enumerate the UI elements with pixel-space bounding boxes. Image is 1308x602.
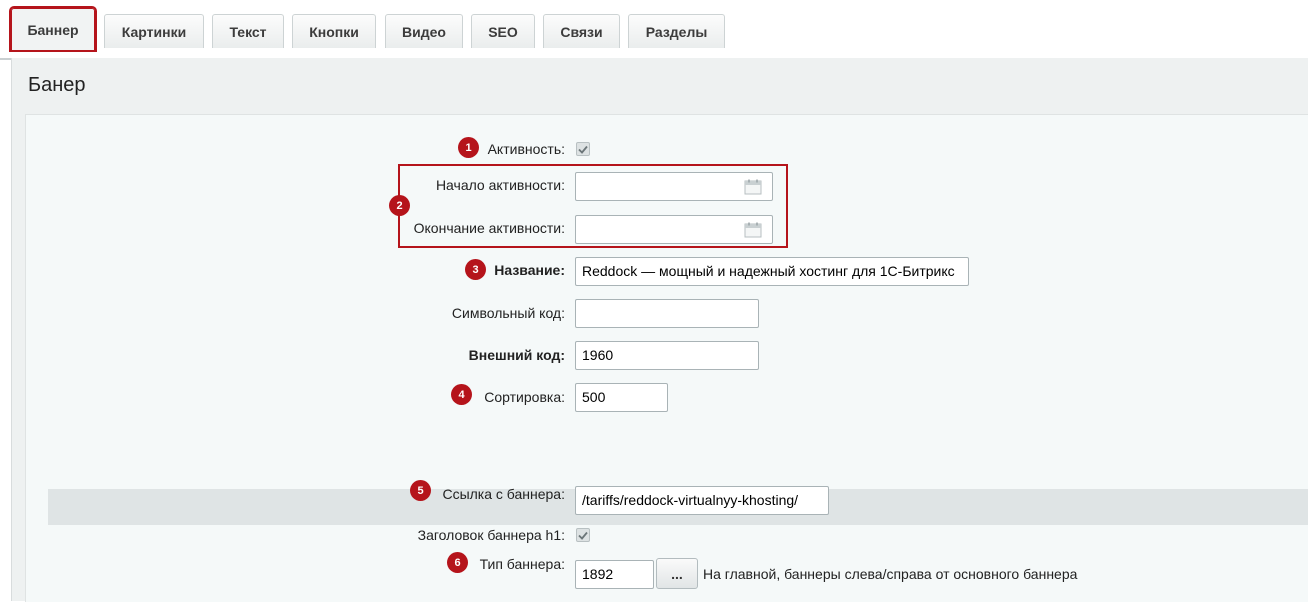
- link-input[interactable]: /tariffs/reddock-virtualnyy-khosting/: [575, 486, 829, 515]
- tab-bar: Баннер Картинки Текст Кнопки Видео SEO С…: [0, 0, 1308, 60]
- name-label: Название:: [494, 262, 565, 278]
- name-input[interactable]: Reddock — мощный и надежный хостинг для …: [575, 257, 969, 286]
- tab-video[interactable]: Видео: [385, 14, 463, 48]
- start-label: Начало активности:: [435, 177, 565, 193]
- end-date-input[interactable]: [575, 215, 773, 244]
- sort-input[interactable]: 500: [575, 383, 668, 412]
- tab-sections[interactable]: Разделы: [628, 14, 725, 48]
- tab-images[interactable]: Картинки: [104, 14, 204, 48]
- tab-buttons[interactable]: Кнопки: [292, 14, 376, 48]
- external-input[interactable]: 1960: [575, 341, 759, 370]
- type-description: На главной, баннеры слева/справа от осно…: [703, 566, 1078, 582]
- badge-1: 1: [458, 137, 479, 158]
- type-input[interactable]: 1892: [575, 560, 654, 589]
- checkmark-icon: [578, 531, 588, 540]
- h1-checkbox[interactable]: [576, 528, 590, 542]
- badge-3: 3: [465, 259, 486, 280]
- start-date-input[interactable]: [575, 172, 773, 201]
- type-label: Тип баннера:: [479, 556, 565, 572]
- end-label: Окончание активности:: [413, 220, 565, 236]
- badge-5: 5: [410, 480, 431, 501]
- badge-4: 4: [451, 384, 472, 405]
- code-input[interactable]: [575, 299, 759, 328]
- page-title: Банер: [28, 74, 86, 96]
- type-select-button[interactable]: ...: [656, 558, 698, 589]
- h1-label: Заголовок баннера h1:: [417, 527, 565, 543]
- active-checkbox[interactable]: [576, 142, 590, 156]
- tab-seo[interactable]: SEO: [471, 14, 535, 48]
- calendar-icon[interactable]: [744, 222, 762, 238]
- content-panel: Банер Значения свойств:: [11, 58, 1308, 602]
- external-label: Внешний код:: [468, 347, 565, 363]
- tab-banner[interactable]: Баннер: [9, 6, 97, 52]
- code-label: Символьный код:: [451, 305, 565, 321]
- tab-links[interactable]: Связи: [543, 14, 620, 48]
- link-label: Ссылка с баннера:: [442, 486, 565, 502]
- active-label: Активность:: [487, 141, 565, 157]
- badge-2: 2: [389, 195, 410, 216]
- sort-label: Сортировка:: [484, 389, 565, 405]
- checkmark-icon: [578, 145, 588, 154]
- tab-text[interactable]: Текст: [212, 14, 284, 48]
- badge-6: 6: [447, 552, 468, 573]
- calendar-icon[interactable]: [744, 179, 762, 195]
